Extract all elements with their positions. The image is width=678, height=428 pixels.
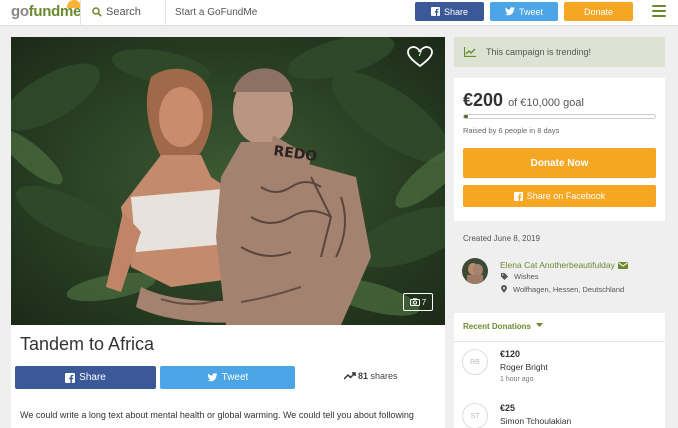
camera-icon <box>409 298 420 306</box>
envelope-icon[interactable] <box>617 262 628 269</box>
shares-counter: 81 shares <box>343 371 398 381</box>
tag-icon <box>501 273 508 280</box>
campaign-title: Tandem to Africa <box>20 334 155 354</box>
organizer-category: Wishes <box>501 272 539 281</box>
search-icon <box>92 7 102 17</box>
nav-share-facebook-button[interactable]: Share <box>415 2 484 21</box>
divider <box>454 341 665 342</box>
donor-avatar: RB <box>462 349 488 375</box>
donation-item: ST €25 Simon Tchoulakian <box>462 403 662 428</box>
nav-share-label: Share <box>443 6 469 17</box>
gofundme-logo[interactable]: gofundme <box>11 0 81 20</box>
organizer-category-text: Wishes <box>514 272 539 281</box>
photo-gallery-button[interactable]: 7 <box>403 293 433 311</box>
donation-summary-card: €200 of €10,000 goal Raised by 6 people … <box>454 78 665 221</box>
donation-amount: €120 <box>500 349 521 359</box>
progress-bar <box>463 114 656 119</box>
campaign-card: REDO 7 7 Tandem to Africa Share Tweet 81 <box>11 37 445 428</box>
favorite-count: 7 <box>418 51 422 58</box>
share-facebook-label: Share <box>79 372 106 383</box>
nav-tweet-label: Tweet <box>518 6 543 17</box>
chart-icon <box>464 47 476 57</box>
donor-name: Roger Bright <box>500 362 548 372</box>
nav-divider <box>80 0 81 26</box>
tweet-label: Tweet <box>221 372 249 383</box>
shares-label: shares <box>370 371 398 381</box>
tweet-button[interactable]: Tweet <box>160 366 295 389</box>
created-date: Created June 8, 2019 <box>463 234 540 243</box>
share-on-facebook-label: Share on Facebook <box>526 191 606 201</box>
share-on-facebook-button[interactable]: Share on Facebook <box>463 185 656 207</box>
trending-banner: This campaign is trending! <box>454 37 665 67</box>
twitter-icon <box>504 7 515 16</box>
search-label: Search <box>106 6 141 18</box>
raised-amount: €200 <box>463 90 504 110</box>
photo-count-label: 7 <box>421 297 427 307</box>
organizer-name[interactable]: Elena Cat Anotherbeautifulday <box>500 260 628 270</box>
location-pin-icon <box>501 285 507 293</box>
logo-text-go: go <box>11 3 29 20</box>
share-facebook-button[interactable]: Share <box>15 366 156 389</box>
organizer-avatar[interactable] <box>462 258 488 284</box>
top-nav: gofundme Search Start a GoFundMe Share T… <box>0 0 678 26</box>
nav-divider <box>165 0 166 26</box>
favorite-button[interactable]: 7 <box>407 46 433 68</box>
organizer-name-text: Elena Cat Anotherbeautifulday <box>500 260 615 270</box>
amount-raised: €200 of €10,000 goal <box>463 90 584 111</box>
menu-icon[interactable] <box>652 5 666 17</box>
donation-item: RB €120 Roger Bright 1 hour ago <box>462 349 662 393</box>
recent-donations-toggle[interactable]: Recent Donations <box>463 322 544 331</box>
raised-byline: Raised by 6 people in 8 days <box>463 126 560 135</box>
organizer-location: Wolfhagen, Hessen, Deutschland <box>501 285 624 294</box>
recent-donations-label: Recent Donations <box>463 322 532 331</box>
progress-fill <box>464 115 468 118</box>
logo-sun-icon <box>67 0 81 8</box>
nav-donate-label: Donate <box>583 6 614 17</box>
nav-tweet-button[interactable]: Tweet <box>490 2 558 21</box>
campaign-photo-image: REDO <box>11 37 445 325</box>
start-gofundme-link[interactable]: Start a GoFundMe <box>175 7 257 18</box>
donor-avatar: ST <box>462 403 488 428</box>
twitter-icon <box>207 373 218 382</box>
nav-donate-button[interactable]: Donate <box>564 2 633 21</box>
donation-amount: €25 <box>500 403 516 413</box>
organizer-location-text: Wolfhagen, Hessen, Deutschland <box>513 285 625 294</box>
recent-donations-card: Recent Donations RB €120 Roger Bright 1 … <box>454 313 665 428</box>
shares-count: 81 <box>358 371 369 381</box>
trending-icon <box>343 372 356 380</box>
facebook-icon <box>430 7 440 16</box>
donation-time: 1 hour ago <box>500 376 534 383</box>
campaign-photo[interactable]: REDO 7 7 <box>11 37 445 325</box>
donor-name: Simon Tchoulakian <box>500 416 572 426</box>
facebook-icon <box>65 372 76 383</box>
search-link[interactable]: Search <box>92 6 141 18</box>
facebook-icon <box>513 191 523 201</box>
trending-text: This campaign is trending! <box>486 47 592 57</box>
caret-down-icon <box>536 323 544 327</box>
goal-text: of €10,000 goal <box>508 97 584 109</box>
campaign-story: We could write a long text about mental … <box>20 410 414 420</box>
donate-now-button[interactable]: Donate Now <box>463 148 656 178</box>
